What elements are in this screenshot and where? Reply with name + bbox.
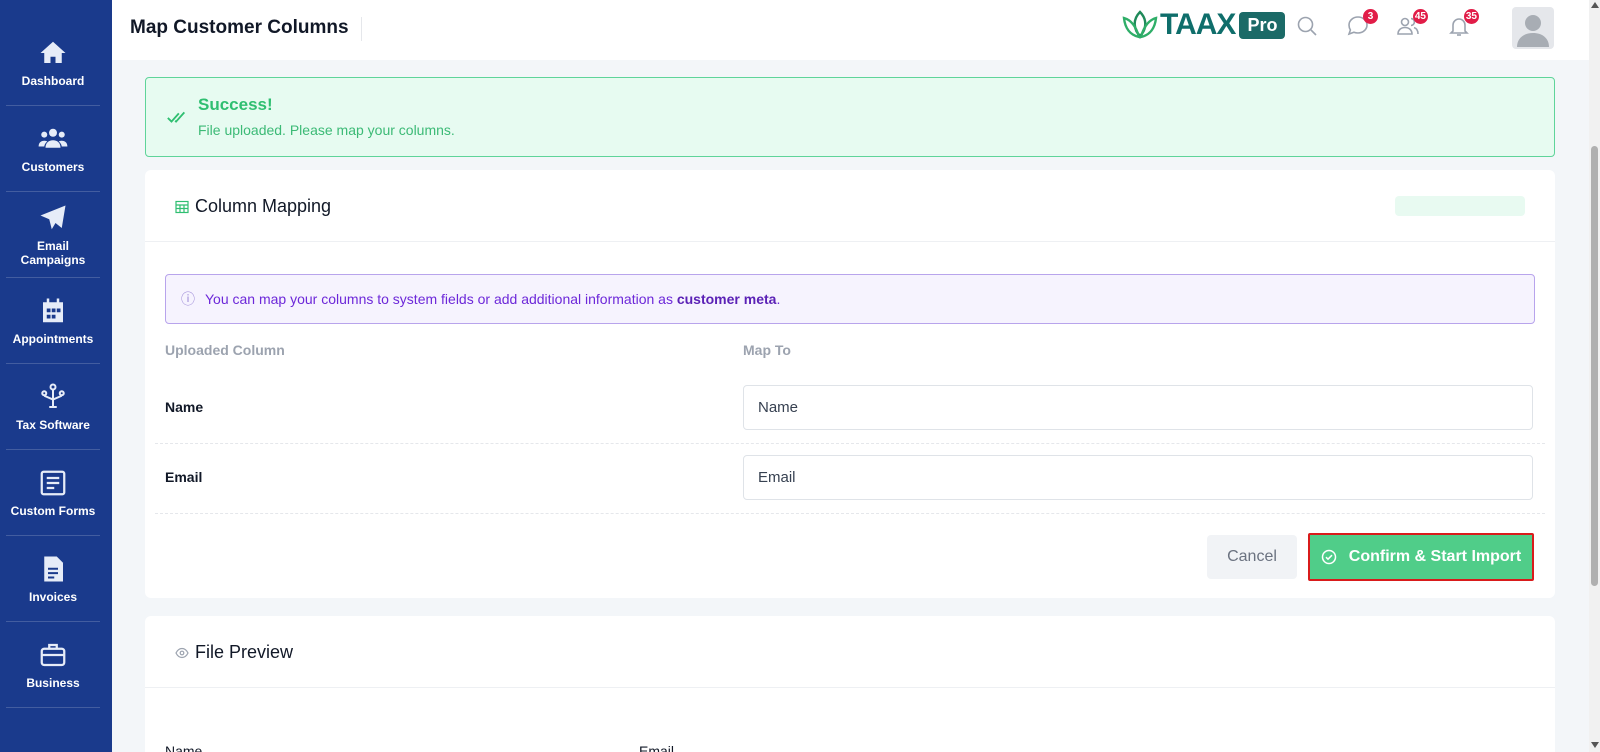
- sidebar-item-label: Business: [26, 675, 80, 690]
- sidebar-item-label: Email Campaigns: [20, 238, 86, 267]
- row-divider: [155, 513, 1545, 514]
- briefcase-icon: [40, 643, 66, 666]
- page-title: Map Customer Columns: [130, 17, 362, 41]
- card-header: File Preview: [145, 616, 1555, 688]
- preview-column-header: Email: [639, 743, 675, 752]
- users-icon: [38, 128, 68, 148]
- sidebar-item-label: Appointments: [12, 331, 94, 346]
- sidebar-item-appointments[interactable]: Appointments: [6, 278, 100, 364]
- notifications-count-badge: 35: [1463, 9, 1479, 24]
- check-circle-icon: [1321, 549, 1337, 565]
- messages-count-badge: 3: [1363, 9, 1378, 24]
- sidebar-item-label: Invoices: [28, 589, 78, 604]
- info-icon: ⓘ: [181, 291, 195, 307]
- info-text-prefix: You can map your columns to system field…: [205, 291, 677, 307]
- double-check-icon: [167, 111, 186, 123]
- card-title: File Preview: [195, 642, 294, 662]
- paper-plane-icon: [40, 205, 66, 229]
- messages-button[interactable]: 3: [1346, 9, 1378, 42]
- avatar-placeholder-icon: [1517, 15, 1549, 47]
- sidebar-item-dashboard[interactable]: Dashboard: [6, 20, 100, 106]
- info-text-suffix: .: [776, 291, 781, 307]
- confirm-start-import-button[interactable]: Confirm & Start Import: [1308, 533, 1534, 581]
- info-text: You can map your columns to system field…: [205, 291, 780, 307]
- table-icon: [175, 200, 189, 214]
- alert-message: File uploaded. Please map your columns.: [198, 122, 455, 138]
- network-icon: [41, 383, 65, 408]
- search-icon: [1297, 16, 1317, 36]
- taax-pro-logo[interactable]: TAAX Pro: [1122, 8, 1286, 42]
- sidebar-item-tax-software[interactable]: Tax Software: [6, 364, 100, 450]
- confirm-button-label: Confirm & Start Import: [1348, 548, 1522, 565]
- uploaded-column-label: Email: [165, 469, 203, 485]
- success-alert: Success! File uploaded. Please map your …: [145, 77, 1555, 157]
- top-header: Map Customer Columns TAAX Pro 3 45 35: [112, 0, 1589, 60]
- form-icon: [40, 470, 66, 495]
- sidebar-item-label: Custom Forms: [10, 503, 96, 518]
- row-divider: [155, 443, 1545, 444]
- column-header-uploaded: Uploaded Column: [165, 342, 285, 358]
- sidebar-item-label: Customers: [21, 159, 85, 174]
- sidebar: Dashboard Customers Email Campaigns Appo…: [0, 0, 112, 752]
- map-to-field-email[interactable]: Email: [743, 455, 1533, 500]
- eye-icon: [175, 647, 189, 659]
- logo-text: TAAX: [1160, 8, 1236, 41]
- sidebar-item-custom-forms[interactable]: Custom Forms: [6, 450, 100, 536]
- sidebar-item-label: Dashboard: [21, 73, 85, 88]
- card-title: Column Mapping: [195, 196, 332, 216]
- scroll-up-arrow-icon[interactable]: [1591, 2, 1599, 8]
- users-requests-button[interactable]: 45: [1396, 9, 1428, 42]
- scroll-down-arrow-icon[interactable]: [1591, 742, 1599, 748]
- preview-column-header: Name: [165, 743, 203, 752]
- uploaded-column-label: Name: [165, 399, 204, 415]
- user-avatar[interactable]: [1512, 7, 1554, 49]
- sidebar-item-business[interactable]: Business: [6, 622, 100, 708]
- lotus-logo-icon: [1122, 10, 1158, 39]
- cancel-button[interactable]: Cancel: [1207, 535, 1297, 579]
- info-text-bold: customer meta: [676, 291, 777, 307]
- sidebar-item-invoices[interactable]: Invoices: [6, 536, 100, 622]
- page-scrollbar[interactable]: [1589, 0, 1600, 752]
- file-name-chip: Contacts - Sheet1.csv: [1394, 196, 1525, 216]
- sidebar-item-email-campaigns[interactable]: Email Campaigns: [6, 192, 100, 278]
- invoice-icon: [44, 556, 63, 581]
- file-preview-card: File Preview Name Email: [145, 616, 1555, 752]
- sidebar-item-label: Tax Software: [16, 417, 90, 432]
- alert-title: Success!: [198, 95, 273, 114]
- search-button[interactable]: [1295, 14, 1323, 42]
- notifications-button[interactable]: 35: [1447, 9, 1479, 42]
- sidebar-item-customers[interactable]: Customers: [6, 106, 100, 192]
- logo-pro-badge: Pro: [1239, 11, 1286, 39]
- map-to-field-name[interactable]: Name: [743, 385, 1533, 430]
- users-count-badge: 45: [1412, 9, 1428, 24]
- column-mapping-card: Column Mapping Contacts - Sheet1.csv ⓘ Y…: [145, 170, 1555, 598]
- calendar-icon: [43, 298, 63, 322]
- column-header-map-to: Map To: [743, 342, 791, 358]
- card-header: Column Mapping Contacts - Sheet1.csv: [145, 170, 1555, 242]
- info-banner: ⓘ You can map your columns to system fie…: [165, 274, 1535, 324]
- home-icon: [40, 41, 66, 63]
- scroll-thumb[interactable]: [1591, 146, 1598, 586]
